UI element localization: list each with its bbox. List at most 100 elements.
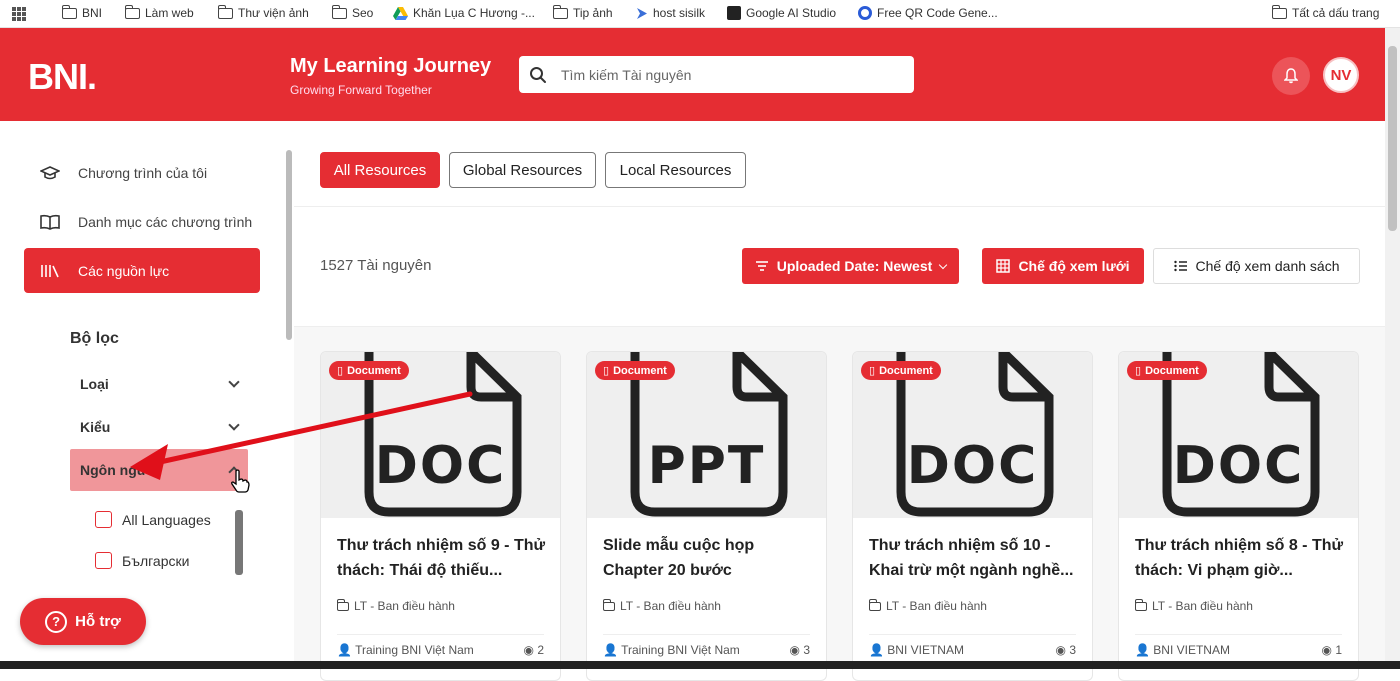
filter-lines-icon <box>755 261 768 271</box>
card-thumbnail: DOC ▯ Document <box>853 352 1092 518</box>
tab-all-resources[interactable]: All Resources <box>320 152 440 188</box>
bookmark-item[interactable]: Tất cả dấu trang <box>1271 4 1379 20</box>
chevron-down-icon <box>228 376 240 388</box>
search-input[interactable] <box>561 66 881 83</box>
sort-button[interactable]: Uploaded Date: Newest <box>742 248 959 284</box>
card-thumbnail: PPT ▯ Document <box>587 352 826 518</box>
page-title: My Learning Journey <box>290 55 492 77</box>
filter-scrollbar[interactable] <box>235 510 243 575</box>
bell-icon <box>1284 68 1298 84</box>
card-category: LT - Ban điều hành <box>868 598 987 613</box>
folder-icon <box>331 4 347 19</box>
language-option[interactable]: Български <box>95 552 189 569</box>
document-icon: ▯ <box>337 365 344 377</box>
bookmark-item[interactable]: Làm web <box>124 4 194 20</box>
bookmark-item[interactable]: Google AI Studio <box>727 6 836 20</box>
bookmarks-bar: BNI Làm web Thư viện ảnh Seo Khăn Lụa C … <box>0 0 1400 28</box>
card-footer: 👤 Training BNI Việt Nam ◉ 3 <box>603 634 810 657</box>
bookmark-item[interactable]: Free QR Code Gene... <box>858 6 998 20</box>
folder-icon <box>1134 598 1147 611</box>
file-type-label: DOC <box>906 436 1039 496</box>
bookmark-item[interactable]: Tip ảnh <box>552 4 613 20</box>
scrollbar-thumb[interactable] <box>1388 46 1397 231</box>
folder-icon <box>336 598 349 611</box>
card-author: 👤 Training BNI Việt Nam <box>603 643 740 657</box>
checkbox[interactable] <box>95 511 112 528</box>
avatar[interactable]: NV <box>1323 57 1359 93</box>
taskbar <box>0 661 1400 669</box>
folder-icon <box>868 598 881 611</box>
resource-count: 1527 Tài nguyên <box>320 257 432 274</box>
filter-title: Bộ lọc <box>70 330 119 347</box>
sidebar-item-my-programs[interactable]: Chương trình của tôi <box>24 150 260 195</box>
folder-icon <box>61 4 77 19</box>
language-option[interactable]: All Languages <box>95 511 211 528</box>
resource-card[interactable]: DOC ▯ Document Thư trách nhiệm số 10 - Kh… <box>852 351 1093 681</box>
tab-global-resources[interactable]: Global Resources <box>449 152 596 188</box>
card-author: 👤 BNI VIETNAM <box>1135 643 1230 657</box>
apps-grid-icon[interactable] <box>12 7 26 21</box>
card-views: ◉ 1 <box>1321 643 1342 657</box>
bookmark-item[interactable]: Khăn Lụa C Hương -... <box>393 6 535 20</box>
file-type-label: DOC <box>1172 436 1305 496</box>
bookmark-item[interactable]: host sisilk <box>636 6 705 20</box>
folder-icon <box>552 4 568 19</box>
notification-button[interactable] <box>1272 57 1310 95</box>
page-scrollbar[interactable] <box>1385 28 1400 669</box>
folder-icon <box>217 4 233 19</box>
card-thumbnail: DOC ▯ Document <box>1119 352 1358 518</box>
card-author: 👤 BNI VIETNAM <box>869 643 964 657</box>
card-title[interactable]: Slide mẫu cuộc họp Chapter 20 bước <box>603 533 813 583</box>
folder-icon <box>1271 4 1287 19</box>
bookmark-item[interactable]: Thư viện ảnh <box>217 4 309 20</box>
card-title[interactable]: Thư trách nhiệm số 10 - Khai trừ một ngà… <box>869 533 1079 583</box>
page-subtitle: Growing Forward Together <box>290 83 432 97</box>
link-icon <box>637 7 647 19</box>
tab-local-resources[interactable]: Local Resources <box>605 152 746 188</box>
library-icon <box>41 264 59 277</box>
bookmark-item[interactable]: BNI <box>61 4 102 20</box>
list-view-button[interactable]: Chế độ xem danh sách <box>1153 248 1360 284</box>
file-type-label: PPT <box>647 436 766 496</box>
filter-style[interactable]: Kiểu <box>70 406 248 448</box>
user-icon: 👤 <box>1135 643 1150 657</box>
checkbox[interactable] <box>95 552 112 569</box>
eye-icon: ◉ <box>1055 643 1066 657</box>
help-button[interactable]: ? Hỗ trợ <box>20 598 146 645</box>
filter-language[interactable]: Ngôn ngữ <box>70 449 248 491</box>
card-footer: 👤 BNI VIETNAM ◉ 1 <box>1135 634 1342 657</box>
list-icon <box>1173 260 1187 272</box>
card-views: ◉ 3 <box>789 643 810 657</box>
filter-type[interactable]: Loại <box>70 363 248 405</box>
search-box <box>519 56 914 93</box>
user-icon: 👤 <box>337 643 352 657</box>
folder-icon <box>124 4 140 19</box>
chevron-down-icon <box>939 260 948 269</box>
book-icon <box>40 214 60 230</box>
hand-cursor-icon <box>231 469 250 493</box>
document-badge: ▯ Document <box>861 361 941 380</box>
document-badge: ▯ Document <box>1127 361 1207 380</box>
document-icon: ▯ <box>1135 365 1142 377</box>
resource-card[interactable]: DOC ▯ Document Thư trách nhiệm số 8 - Thử… <box>1118 351 1359 681</box>
qr-icon <box>858 6 872 20</box>
sidebar-item-program-catalog[interactable]: Danh mục các chương trình <box>24 199 260 244</box>
resource-card[interactable]: DOC ▯ Document Thư trách nhiệm số 9 - Thử… <box>320 351 561 681</box>
sidebar-item-resources[interactable]: Các nguồn lực <box>24 248 260 293</box>
file-type-label: DOC <box>374 436 507 496</box>
bookmark-item[interactable]: Seo <box>331 4 373 20</box>
user-icon: 👤 <box>869 643 884 657</box>
resource-card[interactable]: PPT ▯ Document Slide mẫu cuộc họp Chapter… <box>586 351 827 681</box>
eye-icon: ◉ <box>1321 643 1332 657</box>
grid-view-button[interactable]: Chế độ xem lưới <box>982 248 1144 284</box>
search-icon <box>530 66 546 83</box>
studio-icon <box>727 6 741 20</box>
question-icon: ? <box>45 610 68 633</box>
document-icon: ▯ <box>603 365 610 377</box>
document-icon: ▯ <box>869 365 876 377</box>
bni-logo[interactable]: BNI. <box>28 56 97 98</box>
card-title[interactable]: Thư trách nhiệm số 8 - Thử thách: Vi phạ… <box>1135 533 1345 583</box>
app-header: BNI. My Learning Journey Growing Forward… <box>0 28 1385 121</box>
card-title[interactable]: Thư trách nhiệm số 9 - Thử thách: Thái đ… <box>337 533 547 583</box>
sidebar-scrollbar[interactable] <box>286 150 292 340</box>
